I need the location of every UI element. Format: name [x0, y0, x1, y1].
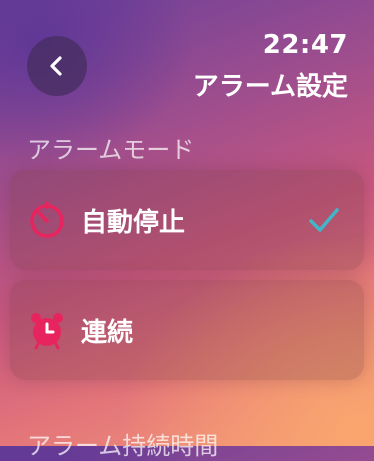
alarm-duration-section-label: アラーム持続時間	[27, 432, 219, 460]
timer-icon	[27, 200, 67, 240]
clock-time: 22:47	[262, 30, 348, 60]
page-title: アラーム設定	[192, 72, 348, 102]
alarm-mode-section-label: アラームモード	[27, 136, 195, 164]
option-continuous-label: 連続	[81, 317, 134, 348]
chevron-left-icon	[50, 56, 62, 76]
option-auto-stop-label: 自動停止	[81, 207, 186, 238]
option-auto-stop[interactable]: 自動停止	[10, 170, 364, 270]
option-continuous[interactable]: 連続	[10, 280, 364, 380]
checkmark-icon	[309, 208, 339, 232]
alarm-clock-icon	[27, 310, 67, 350]
back-button[interactable]	[27, 36, 87, 96]
